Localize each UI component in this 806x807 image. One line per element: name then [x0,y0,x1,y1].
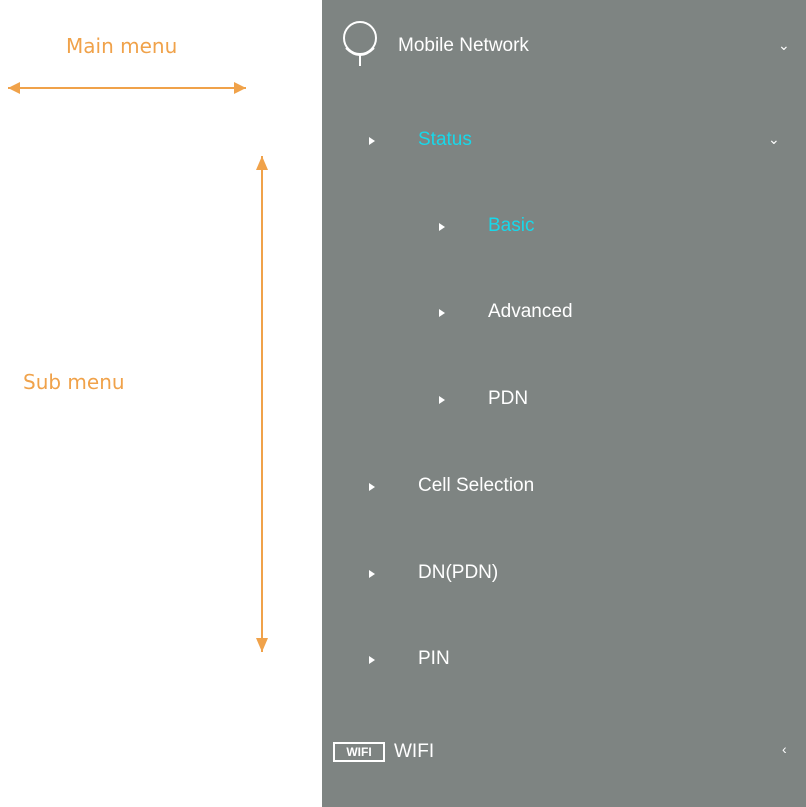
sidebar-item-wifi[interactable]: WIFI ‹ [322,730,806,774]
sidebar-item-dn-pdn[interactable]: DN(PDN) [322,551,806,595]
advanced-label: Advanced [488,301,573,322]
chevron-down-icon[interactable]: ⌄ [778,38,790,52]
sidebar-item-mobile-network[interactable]: Mobile Network ⌄ [322,21,806,68]
wifi-icon: WIFI [333,742,385,762]
sidebar-item-status[interactable]: Status ⌄ [322,118,806,162]
sidebar-subitem-basic[interactable]: Basic [322,204,806,248]
status-label: Status [418,129,472,150]
caret-right-icon [369,483,375,491]
sidebar-menu: Mobile Network ⌄ Status ⌄ Basic Advanced… [322,0,806,807]
sub-menu-vertical-arrow [256,156,268,652]
sidebar-subitem-pdn[interactable]: PDN [322,377,806,421]
sidebar-subitem-advanced[interactable]: Advanced [322,290,806,334]
caret-right-icon [439,396,445,404]
pin-label: PIN [418,648,450,669]
sidebar-item-cell-selection[interactable]: Cell Selection [322,464,806,508]
caret-right-icon [369,137,375,145]
dn-pdn-label: DN(PDN) [418,562,499,583]
cell-selection-label: Cell Selection [418,475,535,496]
caret-right-icon [369,656,375,664]
sidebar-item-pin[interactable]: PIN [322,637,806,681]
chevron-down-icon[interactable]: ⌄ [768,132,780,146]
annotation-area: Main menu Sub menu [0,0,322,807]
chevron-left-icon[interactable]: ‹ [782,742,787,756]
pdn-label: PDN [488,388,529,409]
mobile-network-label: Mobile Network [398,35,529,56]
caret-right-icon [439,309,445,317]
caret-right-icon [369,570,375,578]
main-menu-horizontal-arrow [8,82,246,94]
annotation-arrows [8,82,268,652]
wifi-label: WIFI [394,741,435,762]
caret-right-icon [439,223,445,231]
wifi-icon-text: WIFI [346,745,372,759]
globe-icon [343,21,377,66]
basic-label: Basic [488,215,535,236]
